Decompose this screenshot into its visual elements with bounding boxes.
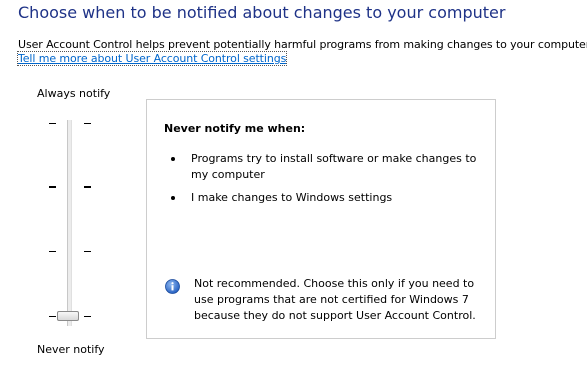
bullet-icon <box>171 196 175 200</box>
notification-level-slider[interactable] <box>40 114 108 332</box>
slider-thumb[interactable] <box>57 311 79 321</box>
info-text: Not recommended. Choose this only if you… <box>194 277 476 322</box>
slider-tick-left <box>49 251 56 252</box>
slider-tick-right <box>84 186 91 188</box>
slider-tick-right <box>84 251 91 252</box>
bullet-icon <box>171 157 175 161</box>
slider-tick-left <box>49 186 56 188</box>
slider-top-label: Always notify <box>37 87 111 100</box>
slider-tick-left <box>49 123 56 124</box>
slider-track[interactable] <box>67 120 72 326</box>
page-description: User Account Control helps prevent poten… <box>18 38 587 51</box>
list-item-text: Programs try to install software or make… <box>191 152 477 181</box>
slider-tick-right <box>84 316 91 317</box>
slider-tick-left <box>49 316 56 317</box>
help-link[interactable]: Tell me more about User Account Control … <box>16 51 288 66</box>
description-panel: Never notify me when: Programs try to in… <box>146 99 496 339</box>
info-icon <box>165 279 180 294</box>
panel-heading: Never notify me when: <box>164 122 306 135</box>
list-item-text: I make changes to Windows settings <box>191 191 393 204</box>
slider-bottom-label: Never notify <box>37 343 105 356</box>
slider-tick-right <box>84 123 91 124</box>
page-title: Choose when to be notified about changes… <box>18 3 506 22</box>
